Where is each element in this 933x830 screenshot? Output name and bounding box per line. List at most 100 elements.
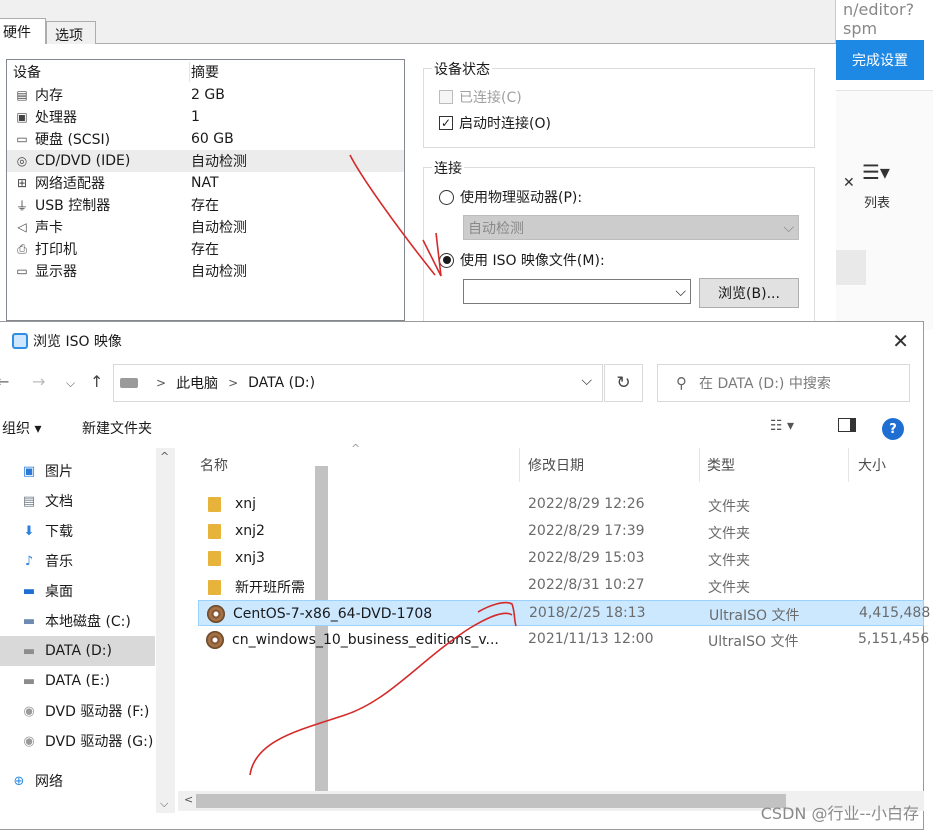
scroll-down-icon[interactable]: ⌵: [160, 797, 168, 811]
chevron-down-icon: ⌵: [783, 219, 794, 236]
close-icon[interactable]: ✕: [892, 329, 909, 353]
address-bar[interactable]: > 此电脑 > DATA (D:) ⌵: [113, 364, 603, 402]
chevron-right-icon: >: [228, 376, 239, 390]
refresh-icon[interactable]: ↻: [604, 364, 643, 402]
tab-hardware[interactable]: 硬件: [0, 18, 46, 44]
file-name: cn_windows_10_business_editions_v...: [232, 632, 499, 648]
iso-disc-icon: [207, 605, 225, 623]
iso-path-combobox[interactable]: ⌵: [463, 279, 691, 304]
device-cell: ▭ 显示器: [7, 261, 190, 281]
sidebar-scrollbar[interactable]: ^ ⌵: [156, 448, 328, 813]
column-header-size[interactable]: 大小: [858, 448, 886, 482]
file-row[interactable]: xnj3 2022/8/29 15:03 文件夹: [198, 546, 924, 572]
connected-label: 已连接(C): [459, 90, 522, 106]
device-column-header[interactable]: 设备: [7, 62, 190, 82]
folder-icon: [208, 496, 221, 512]
scroll-up-icon[interactable]: ^: [160, 450, 169, 463]
memory-icon: ▤: [16, 88, 28, 102]
column-header-type[interactable]: 类型: [707, 448, 735, 482]
up-arrow-icon[interactable]: ↑: [90, 372, 103, 391]
chevron-down-icon[interactable]: ⌵: [675, 284, 686, 300]
file-row[interactable]: CentOS-7-x86_64-DVD-1708 2018/2/25 18:13 U…: [198, 600, 930, 626]
list-view-icon[interactable]: ☰▾: [862, 160, 890, 184]
browse-button[interactable]: 浏览(B)...: [699, 278, 799, 308]
device-row[interactable]: ▤ 内存 2 GB: [7, 84, 404, 106]
close-icon[interactable]: ✕: [843, 175, 855, 191]
physical-drive-select: 自动检测 ⌵: [463, 215, 799, 240]
speaker-icon: ◁: [17, 220, 27, 234]
column-header-date[interactable]: 修改日期: [528, 448, 584, 482]
folder-icon: [208, 550, 221, 566]
scroll-left-icon[interactable]: <: [184, 793, 193, 806]
sidebar-item[interactable]: ⊕ 网络: [0, 766, 155, 796]
scrollbar-thumb[interactable]: [196, 794, 786, 808]
physical-drive-value: 自动检测: [468, 220, 524, 237]
cpu-icon: ▣: [16, 110, 28, 124]
file-row[interactable]: xnj2 2022/8/29 17:39 文件夹: [198, 519, 924, 545]
sidebar-item[interactable]: ⬇ 下载: [0, 516, 155, 546]
printer-icon: ⎙: [17, 241, 27, 256]
device-row[interactable]: ⎙ 打印机 存在: [7, 238, 404, 260]
file-name-cell: xnj: [206, 496, 506, 512]
device-row[interactable]: ◁ 声卡 自动检测: [7, 216, 404, 238]
preview-pane-icon[interactable]: [838, 418, 856, 436]
drive-icon: ▬: [22, 643, 36, 659]
iso-file-label: 使用 ISO 映像文件(M):: [460, 253, 605, 269]
device-cell: ⏚ USB 控制器: [7, 195, 190, 215]
file-list: ^ 名称 修改日期 类型 大小 xnj 2022/8/29 12:26 文件夹 xnj…: [178, 442, 930, 793]
device-row[interactable]: ⏚ USB 控制器 存在: [7, 194, 404, 216]
file-type: 文件夹: [708, 526, 750, 542]
device-name: 处理器: [35, 110, 77, 126]
sidebar-item-label: 网络: [35, 774, 63, 790]
iso-file-radio[interactable]: 使用 ISO 映像文件(M):: [439, 250, 605, 270]
sidebar-item[interactable]: ▬ DATA (D:): [0, 636, 155, 666]
sidebar-item[interactable]: ◉ DVD 驱动器 (F:): [0, 696, 155, 726]
search-icon: ⚲: [676, 374, 687, 392]
file-row[interactable]: xnj 2022/8/29 12:26 文件夹: [198, 492, 924, 518]
device-row[interactable]: ⊞ 网络适配器 NAT: [7, 172, 404, 194]
file-type: UltraISO 文件: [708, 634, 799, 650]
device-summary: 1: [191, 109, 200, 125]
sidebar-item[interactable]: ▤ 文档: [0, 486, 155, 516]
column-header-name[interactable]: 名称: [200, 448, 228, 482]
recent-chevron-icon[interactable]: ⌵: [66, 376, 75, 391]
sidebar-item[interactable]: ▣ 图片: [0, 456, 155, 486]
pictures-icon: ▣: [22, 463, 36, 479]
breadcrumb-data-d[interactable]: DATA (D:): [248, 375, 315, 391]
file-row[interactable]: cn_windows_10_business_editions_v... 2021…: [198, 627, 929, 653]
device-row[interactable]: ▭ 显示器 自动检测: [7, 260, 404, 282]
sidebar-item[interactable]: ▬ 本地磁盘 (C:): [0, 606, 155, 636]
tab-options[interactable]: 选项: [46, 21, 96, 44]
help-icon[interactable]: ?: [882, 418, 904, 440]
device-row[interactable]: ▣ 处理器 1: [7, 106, 404, 128]
sidebar-item[interactable]: ◉ DVD 驱动器 (G:): [0, 726, 155, 756]
chevron-down-icon[interactable]: ⌵: [581, 373, 592, 389]
device-list: 设备 摘要 ▤ 内存 2 GB ▣ 处理器 1 ▭ 硬盘 (SCSI) 60 GB ◎ CD/DVD…: [6, 59, 405, 321]
new-folder-button[interactable]: 新建文件夹: [82, 418, 152, 438]
monitor-icon: ▭: [16, 264, 28, 278]
sidebar-item[interactable]: ▬ 桌面: [0, 576, 155, 606]
view-options-icon[interactable]: ☷ ▾: [770, 418, 794, 434]
folder-icon: [208, 579, 221, 595]
device-name: 硬盘 (SCSI): [35, 132, 111, 148]
forward-arrow-icon[interactable]: →: [32, 372, 45, 391]
radio-selected-icon: [439, 252, 454, 268]
search-input[interactable]: ⚲ 在 DATA (D:) 中搜索: [657, 364, 910, 402]
dialog-title-bar: 浏览 ISO 映像: [0, 322, 924, 359]
device-row[interactable]: ◎ CD/DVD (IDE) 自动检测: [7, 150, 404, 172]
file-row[interactable]: 新开班所需 2022/8/31 10:27 文件夹: [198, 573, 924, 599]
done-settings-button[interactable]: 完成设置: [836, 40, 924, 80]
summary-column-header[interactable]: 摘要: [190, 62, 404, 82]
device-row[interactable]: ▭ 硬盘 (SCSI) 60 GB: [7, 128, 404, 150]
sidebar-item[interactable]: ♪ 音乐: [0, 546, 155, 576]
folder-icon: [208, 523, 221, 539]
breadcrumb-this-pc[interactable]: 此电脑: [176, 373, 218, 393]
sidebar-item[interactable]: ▬ DATA (E:): [0, 666, 155, 696]
organize-button[interactable]: 组织 ▾: [2, 418, 41, 438]
connect-at-power-on-checkbox[interactable]: ✓ 启动时连接(O): [439, 113, 551, 133]
physical-drive-radio[interactable]: 使用物理驱动器(P):: [439, 187, 582, 207]
back-arrow-icon[interactable]: ←: [0, 372, 9, 391]
device-name: USB 控制器: [35, 198, 111, 214]
background-grey-block: [836, 250, 866, 285]
device-summary: 存在: [191, 198, 219, 214]
